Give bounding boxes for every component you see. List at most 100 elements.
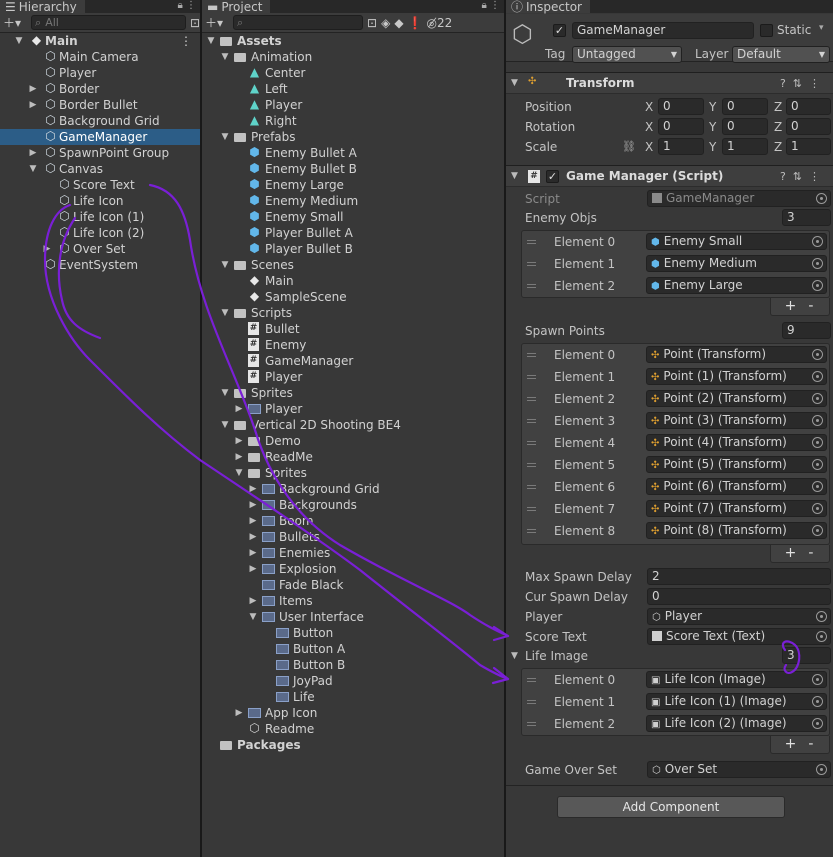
more-icon[interactable]: ⋮ [186,0,196,11]
hierarchy-tab-menu[interactable]: 🔒︎ ⋮ [177,0,196,12]
drag-handle-icon[interactable] [527,485,536,489]
project-item[interactable]: # Player [202,369,504,385]
expand-arrow-icon[interactable]: ▼ [248,609,258,625]
remove-element-button[interactable]: - [808,545,825,561]
hierarchy-item[interactable]: ⬡ Background Grid [0,113,200,129]
element-object-field[interactable]: ✣ Point (7) (Transform) [646,500,827,517]
project-item[interactable]: ⬢ Enemy Small [202,209,504,225]
transform-header[interactable]: ▼ ✣ Transform ?⇅⋮ [506,72,833,94]
object-picker-icon[interactable] [812,258,823,269]
object-picker-icon[interactable] [816,631,827,642]
spawn-points-size-field[interactable]: 9 [782,322,831,339]
object-picker-icon[interactable] [812,437,823,448]
collapse-arrow-icon[interactable]: ▶ [28,97,38,113]
object-picker-icon[interactable] [812,696,823,707]
project-item[interactable]: ▶ Bullets [202,529,504,545]
drag-handle-icon[interactable] [527,678,536,682]
static-checkbox[interactable] [760,24,773,37]
object-picker-icon[interactable] [812,481,823,492]
help-icon[interactable]: ? [780,170,793,183]
element-object-field[interactable]: ▣ Life Icon (Image) [646,671,827,688]
project-item[interactable]: ▲ Player [202,97,504,113]
life-image-add-remove[interactable]: +- [770,736,830,754]
add-dropdown-button[interactable]: ＋▾ [3,16,21,30]
gameobject-cube-icon[interactable]: ⬡ [512,22,533,46]
drag-handle-icon[interactable] [527,353,536,357]
life-image-size-field[interactable]: 3 [782,647,831,664]
project-item[interactable]: # Bullet [202,321,504,337]
project-item[interactable]: # GameManager [202,353,504,369]
element-object-field[interactable]: ✣ Point (3) (Transform) [646,412,827,429]
rotation-z-field[interactable]: 0 [786,118,831,135]
project-item[interactable]: Packages [202,737,504,753]
project-item[interactable]: ▼ Sprites [202,385,504,401]
expand-arrow-icon[interactable]: ▼ [28,161,38,177]
project-item[interactable]: ⬡ Readme [202,721,504,737]
collapse-arrow-icon[interactable]: ▶ [42,241,52,257]
more-icon[interactable]: ⋮ [180,33,192,49]
project-item[interactable]: Button B [202,657,504,673]
hierarchy-item[interactable]: ⬡ Life Icon (1) [0,209,200,225]
hierarchy-item[interactable]: ⬡ EventSystem [0,257,200,273]
element-object-field[interactable]: ✣ Point (8) (Transform) [646,522,827,539]
add-element-button[interactable]: + [785,545,809,561]
remove-element-button[interactable]: - [808,298,825,314]
component-actions[interactable]: ?⇅⋮ [780,73,827,94]
object-picker-icon[interactable] [812,718,823,729]
object-picker-icon[interactable] [812,371,823,382]
object-picker-icon[interactable] [812,236,823,247]
more-icon[interactable]: ⋮ [809,77,827,90]
project-item[interactable]: ▼ Animation [202,49,504,65]
project-item[interactable]: ◆ SampleScene [202,289,504,305]
project-item[interactable]: ▶ Items [202,593,504,609]
hierarchy-item[interactable]: ⬡ Main Camera [0,49,200,65]
expand-arrow-icon[interactable]: ▼ [14,33,24,49]
hierarchy-item[interactable]: ⬡ Score Text [0,177,200,193]
rotation-x-field[interactable]: 0 [658,118,704,135]
expand-arrow-icon[interactable]: ▼ [220,129,230,145]
expand-arrow-icon[interactable]: ▼ [220,257,230,273]
hierarchy-item[interactable]: ▶ ⬡ SpawnPoint Group [0,145,200,161]
drag-handle-icon[interactable] [527,507,536,511]
hierarchy-item[interactable]: ▶ ⬡ Border [0,81,200,97]
project-item[interactable]: ▶ Boom [202,513,504,529]
object-picker-icon[interactable] [812,280,823,291]
project-tab-menu[interactable]: 🔒︎ ⋮ [481,0,500,12]
scale-x-field[interactable]: 1 [658,138,704,155]
lock-icon[interactable]: 🔒︎ [481,0,486,11]
project-item[interactable]: Fade Black [202,577,504,593]
drag-handle-icon[interactable] [527,441,536,445]
preset-icon[interactable]: ⇅ [793,77,809,90]
project-item[interactable]: ▼ User Interface [202,609,504,625]
project-item[interactable]: ▼ Scenes [202,257,504,273]
hierarchy-item[interactable]: ▼ ⬡ Canvas [0,161,200,177]
collapse-arrow-icon[interactable]: ▶ [234,401,244,417]
tab-project[interactable]: ▬ Project [202,0,271,13]
object-picker-icon[interactable] [812,393,823,404]
drag-handle-icon[interactable] [527,375,536,379]
spawn-points-add-remove[interactable]: +- [770,545,830,563]
object-picker-icon[interactable] [812,415,823,426]
collapse-arrow-icon[interactable]: ▶ [234,433,244,449]
object-picker-icon[interactable] [812,525,823,536]
drag-handle-icon[interactable] [527,700,536,704]
create-dropdown-button[interactable]: ＋▾ [205,16,223,30]
element-object-field[interactable]: ⬢ Enemy Large [646,277,827,294]
drag-handle-icon[interactable] [527,529,536,533]
project-item[interactable]: ▶ App Icon [202,705,504,721]
project-item[interactable]: ▲ Left [202,81,504,97]
static-dropdown-icon[interactable]: ▾ [819,23,824,33]
element-object-field[interactable]: ✣ Point (5) (Transform) [646,456,827,473]
hierarchy-item[interactable]: ▼ ◆ Main ⋮ [0,33,200,49]
project-item[interactable]: ▲ Center [202,65,504,81]
component-actions[interactable]: ?⇅⋮ [780,166,827,187]
project-item[interactable]: ▼ Sprites [202,465,504,481]
element-object-field[interactable]: ⬢ Enemy Medium [646,255,827,272]
game-over-set-object-field[interactable]: ⬡ Over Set [647,761,831,778]
element-object-field[interactable]: ⬢ Enemy Small [646,233,827,250]
expand-arrow-icon[interactable]: ▼ [206,33,216,49]
hierarchy-item[interactable]: ⬡ Player [0,65,200,81]
preset-icon[interactable]: ⇅ [793,170,809,183]
layer-dropdown[interactable]: Default ▼ [732,46,830,63]
project-item[interactable]: ▶ Background Grid [202,481,504,497]
